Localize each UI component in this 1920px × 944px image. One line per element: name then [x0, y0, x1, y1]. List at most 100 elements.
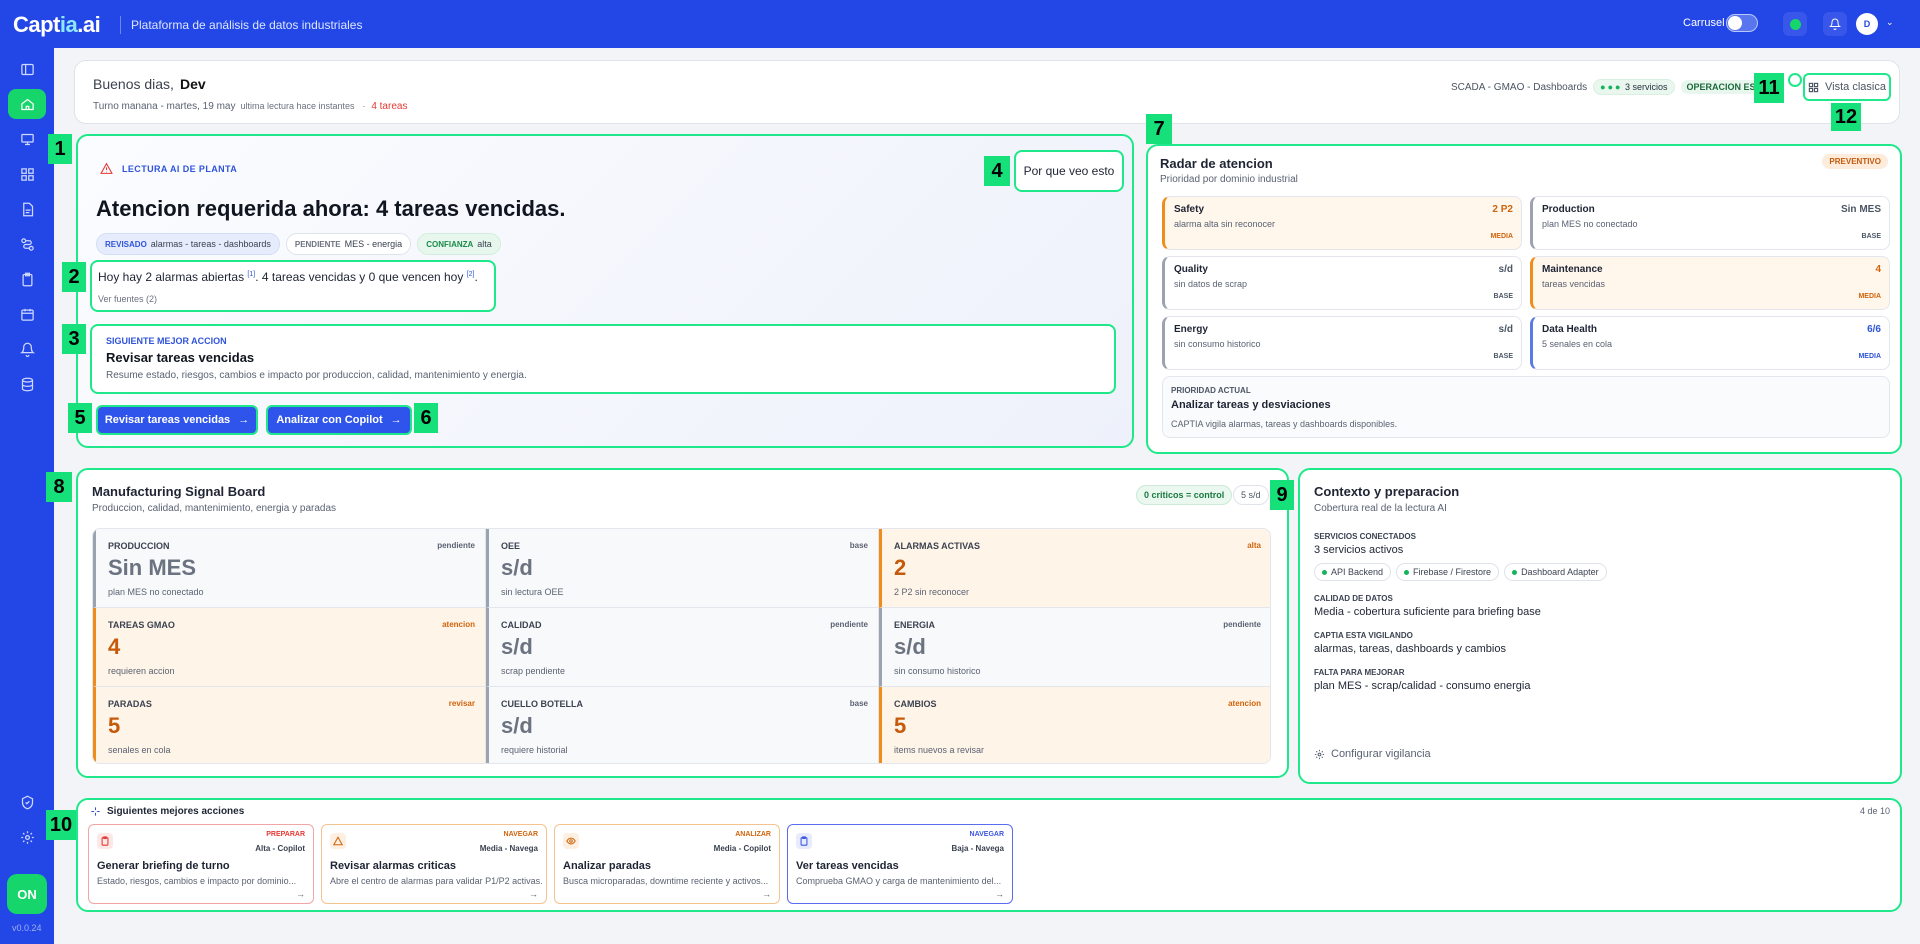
cell-name: CAMBIOS — [894, 699, 937, 709]
avatar[interactable]: D — [1856, 13, 1878, 35]
sidebar-item-home[interactable] — [8, 89, 46, 119]
radar-subtitle: Prioridad por dominio industrial — [1160, 174, 1298, 185]
arrow-right-icon: → — [296, 889, 305, 899]
sidebar-item-dashboards[interactable] — [8, 159, 46, 189]
last-read-info: ultima lectura hace instantes — [240, 101, 355, 111]
action-card-alarms[interactable]: NAVEGAR Media - Navega Revisar alarmas c… — [321, 824, 547, 904]
ai-reading-chips: REVISADO alarmas - tareas - dashboards PE… — [96, 233, 501, 255]
sidebar-item-database[interactable] — [8, 369, 46, 399]
cell-desc: requieren accion — [108, 666, 175, 676]
review-tasks-button[interactable]: Revisar tareas vencidas → — [96, 405, 258, 435]
radar-tile-safety[interactable]: Safety alarma alta sin reconocer 2 P2 MEDIA — [1162, 196, 1522, 250]
summary-part-b: . 4 tareas vencidas y 0 que vencen hoy — [255, 270, 464, 284]
cell-state: base — [849, 699, 868, 708]
gear-icon — [1314, 749, 1325, 759]
tile-name: Energy — [1174, 324, 1208, 335]
services-count-pill[interactable]: ●●● 3 servicios — [1593, 79, 1675, 95]
action-title: Analizar paradas — [563, 860, 652, 872]
status-dots-icon: ●●● — [1600, 82, 1623, 92]
chip-reviewed: REVISADO alarmas - tareas - dashboards — [96, 233, 280, 255]
action-card-briefing[interactable]: PREPARAR Alta - Copilot Generar briefing… — [88, 824, 314, 904]
signal-cell-tareas[interactable]: TAREAS GMAO atencion 4 requieren accion — [93, 608, 486, 687]
configure-watch-link[interactable]: Configurar vigilancia — [1314, 748, 1431, 760]
tile-name: Production — [1542, 204, 1595, 215]
next-actions-title: Siguientes mejores acciones — [107, 806, 245, 817]
source-ref-2[interactable]: [2] — [467, 271, 475, 278]
radar-tile-energy[interactable]: Energy sin consumo historico s/d BASE — [1162, 316, 1522, 370]
signal-cell-paradas[interactable]: PARADAS revisar 5 senales en cola — [93, 687, 486, 763]
cell-value: 5 — [894, 713, 907, 738]
bell-icon — [19, 342, 35, 357]
status-button[interactable] — [1783, 12, 1807, 36]
copilot-button[interactable]: Analizar con Copilot → — [266, 405, 412, 435]
action-card-overdue[interactable]: NAVEGAR Baja - Navega Ver tareas vencida… — [787, 824, 1013, 904]
signal-cell-alarmas[interactable]: ALARMAS ACTIVAS alta 2 2 P2 sin reconocer — [879, 529, 1270, 608]
signal-cell-produccion[interactable]: PRODUCCION pendiente Sin MES plan MES no co… — [93, 529, 486, 608]
radar-tile-production[interactable]: Production plan MES no conectado Sin MES BA… — [1530, 196, 1890, 250]
action-card-stops[interactable]: ANALIZAR Media - Copilot Analizar parada… — [554, 824, 780, 904]
arrow-right-icon: → — [238, 414, 250, 426]
signal-cell-energia[interactable]: ENERGIA pendiente s/d sin consumo historico — [879, 608, 1270, 687]
ai-reading-tag-label: LECTURA AI DE PLANTA — [122, 163, 238, 174]
view-sources-link[interactable]: Ver fuentes (2) — [98, 294, 157, 304]
action-kind: NAVEGAR — [503, 831, 538, 838]
annotation-marker-8: 8 — [46, 472, 72, 502]
action-meta: Media - Copilot — [713, 844, 771, 853]
why-button[interactable]: Por que veo esto — [1014, 150, 1124, 192]
signal-cell-cambios[interactable]: CAMBIOS atencion 5 items nuevos a revisar — [879, 687, 1270, 763]
radar-tile-quality[interactable]: Quality sin datos de scrap s/d BASE — [1162, 256, 1522, 310]
signal-cell-calidad[interactable]: CALIDAD pendiente s/d scrap pendiente — [486, 608, 879, 687]
clipboard-icon — [97, 833, 113, 849]
services-status: SCADA - GMAO - Dashboards ●●● 3 servicio… — [1451, 79, 1773, 95]
next-action-box[interactable]: SIGUIENTE MEJOR ACCION Revisar tareas ve… — [90, 324, 1116, 394]
signal-grid: PRODUCCION pendiente Sin MES plan MES no co… — [92, 528, 1271, 764]
missing-label: FALTA PARA MEJORAR — [1314, 668, 1405, 677]
sidebar-item-workflow[interactable] — [8, 229, 46, 259]
sidebar-item-calendar[interactable] — [8, 299, 46, 329]
summary-box: Hoy hay 2 alarmas abiertas [1]. 4 tareas… — [90, 260, 496, 312]
cell-name: OEE — [501, 541, 521, 551]
on-badge[interactable]: ON — [7, 874, 47, 914]
radar-tile-data-health[interactable]: Data Health 5 senales en cola 6/6 MEDIA — [1530, 316, 1890, 370]
cell-name: PRODUCCION — [108, 541, 170, 551]
annotation-marker-2: 2 — [62, 262, 86, 292]
notifications-button[interactable] — [1823, 12, 1847, 36]
history-button[interactable] — [1788, 73, 1802, 87]
sidebar-item-security[interactable] — [8, 787, 46, 817]
sidebar-item-alerts[interactable] — [8, 334, 46, 364]
next-actions-header: Siguientes mejores acciones — [90, 806, 244, 817]
tile-name: Data Health — [1542, 324, 1598, 335]
sidebar-toggle-button[interactable] — [8, 54, 46, 84]
sidebar-item-monitor[interactable] — [8, 124, 46, 154]
service-chip: API Backend — [1314, 563, 1392, 581]
signal-cell-oee[interactable]: OEE base s/d sin lectura OEE — [486, 529, 879, 608]
cell-desc: senales en cola — [108, 745, 171, 755]
signal-cell-cuello-botella[interactable]: CUELLO BOTELLA base s/d requiere historial — [486, 687, 879, 763]
cell-value: Sin MES — [108, 555, 197, 580]
tile-level: MEDIA — [1858, 293, 1881, 300]
cell-name: ENERGIA — [894, 620, 936, 630]
chevron-down-icon[interactable]: ⌄ — [1886, 17, 1894, 28]
service-name: Dashboard Adapter — [1521, 567, 1599, 577]
cell-state: pendiente — [1223, 620, 1261, 629]
logo-text-b: ia — [59, 12, 78, 37]
tile-level: MEDIA — [1490, 233, 1513, 240]
priority-label: PRIORIDAD ACTUAL — [1171, 386, 1251, 395]
radar-tile-maintenance[interactable]: Maintenance tareas vencidas 4 MEDIA — [1530, 256, 1890, 310]
cell-desc: items nuevos a revisar — [894, 745, 985, 755]
context-title: Contexto y preparacion — [1314, 484, 1460, 499]
app-logo[interactable]: Captia.ai — [13, 12, 101, 38]
overdue-tasks-link[interactable]: 4 tareas — [371, 101, 407, 112]
sidebar-item-tasks[interactable] — [8, 264, 46, 294]
classic-view-button[interactable]: Vista clasica — [1803, 73, 1891, 101]
service-chips: API Backend Firebase / Firestore Dashboa… — [1314, 563, 1607, 581]
tile-level: BASE — [1493, 293, 1513, 300]
annotation-marker-5: 5 — [68, 403, 92, 433]
sidebar-item-documents[interactable] — [8, 194, 46, 224]
monitor-icon — [20, 133, 34, 145]
sidebar-item-settings[interactable] — [8, 822, 46, 852]
carousel-toggle[interactable] — [1726, 14, 1758, 32]
data-quality-value: Media - cobertura suficiente para briefi… — [1314, 606, 1541, 618]
cell-desc: plan MES no conectado — [108, 587, 204, 597]
action-desc: Busca microparadas, downtime reciente y … — [563, 876, 769, 886]
